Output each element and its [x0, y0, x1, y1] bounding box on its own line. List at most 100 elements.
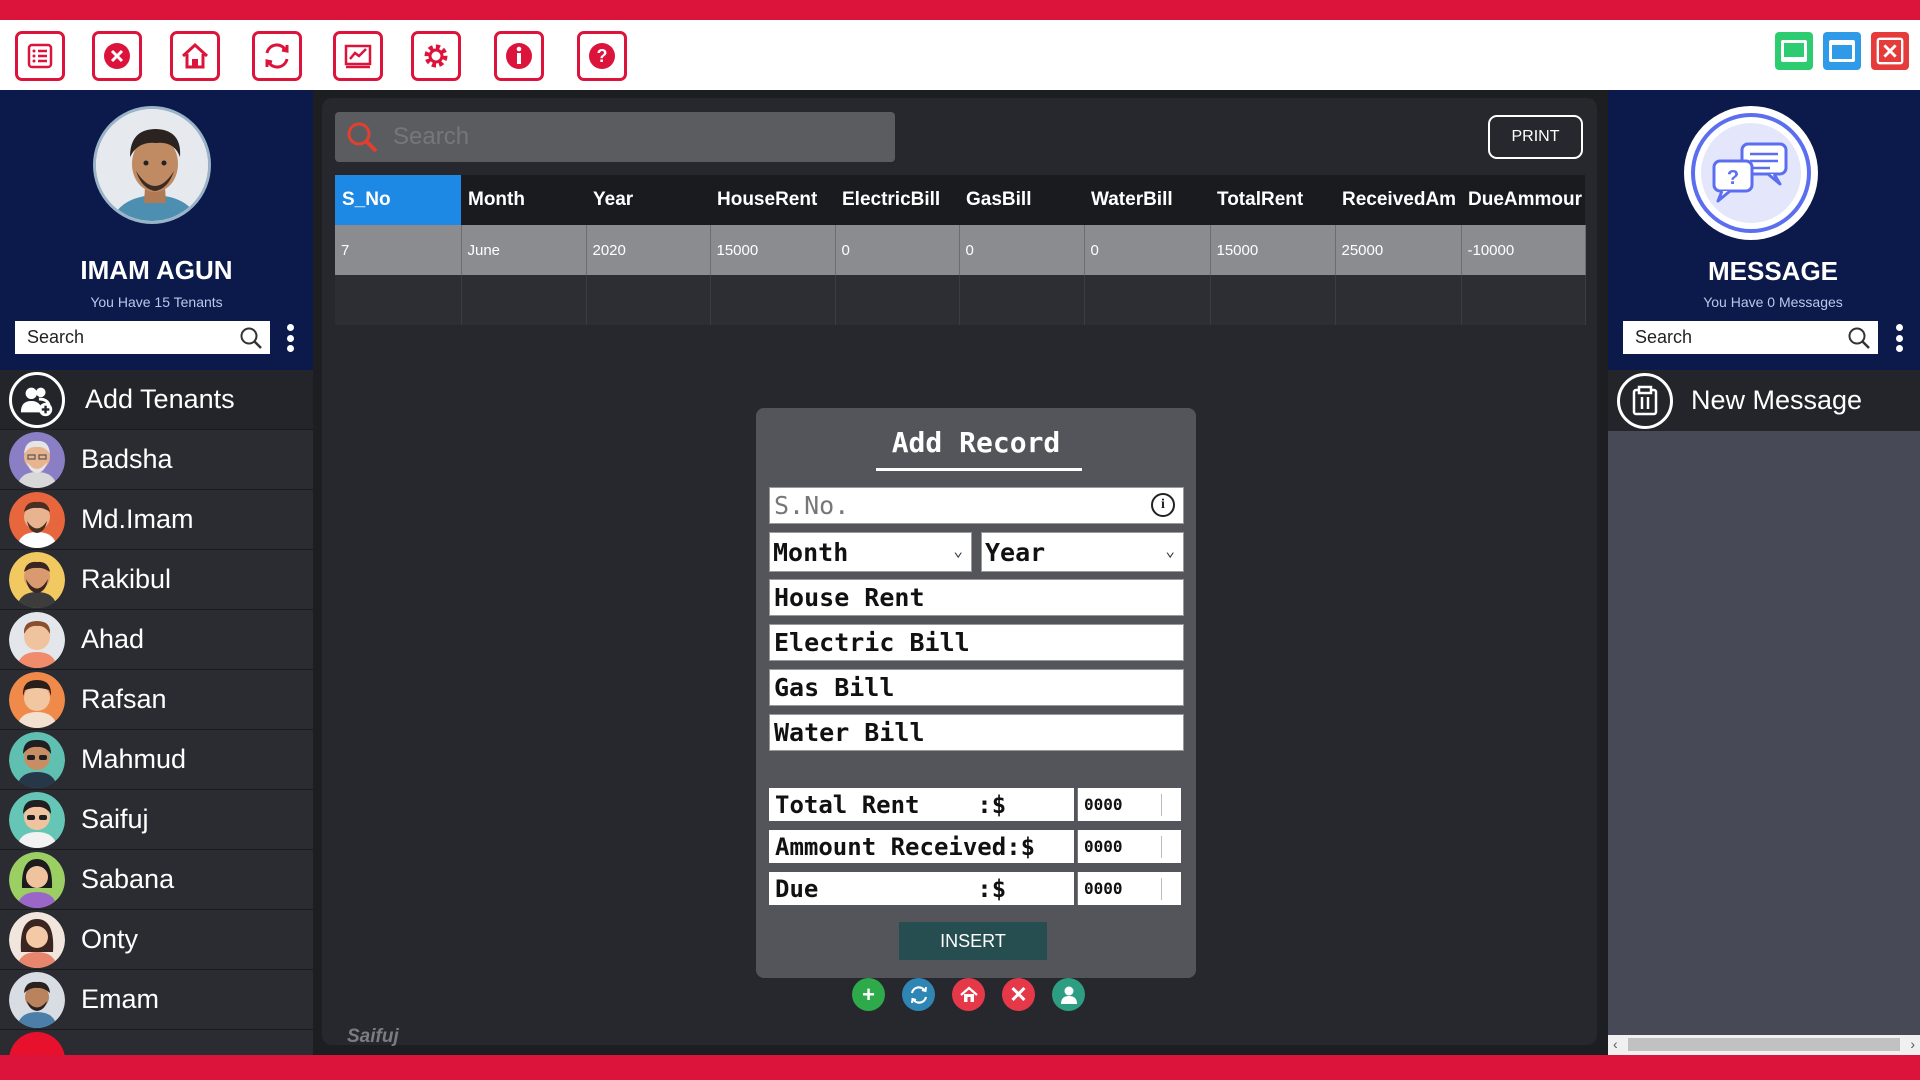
table-cell[interactable]: [1461, 275, 1586, 325]
user-icon[interactable]: [1052, 978, 1085, 1011]
tenant-item-ahad[interactable]: Ahad: [0, 610, 313, 670]
close-circle-icon[interactable]: [92, 31, 142, 81]
tenant-list: Add Tenants Badsha Md.Imam Rakibul Ahad …: [0, 370, 313, 1055]
table-row[interactable]: 7 June 2020 15000 0 0 0 15000 25000 -100…: [335, 225, 1586, 275]
due-field[interactable]: 0000: [1077, 872, 1181, 905]
sno-input[interactable]: S.No. i: [769, 487, 1184, 524]
column-header-gas-bill[interactable]: GasBill: [959, 175, 1084, 225]
maximize-icon[interactable]: [1823, 32, 1861, 70]
help-icon[interactable]: ?: [577, 31, 627, 81]
add-icon[interactable]: +: [852, 978, 885, 1011]
tenant-search-input[interactable]: Search: [15, 321, 270, 354]
table-cell[interactable]: June: [461, 225, 587, 275]
column-header-received-amount[interactable]: ReceivedAm: [1335, 175, 1461, 225]
amount-received-value: 0000: [1084, 837, 1123, 856]
amount-received-field[interactable]: 0000: [1077, 830, 1181, 863]
home-icon[interactable]: [952, 978, 985, 1011]
tenant-item-sabana[interactable]: Sabana: [0, 850, 313, 910]
tenant-avatar: [9, 731, 65, 788]
table-cell[interactable]: 2020: [586, 225, 711, 275]
insert-button[interactable]: INSERT: [899, 922, 1047, 960]
records-table: S_No Month Year HouseRent ElectricBill G…: [335, 175, 1586, 325]
table-cell[interactable]: 0: [959, 225, 1085, 275]
tenant-item-saifuj[interactable]: Saifuj: [0, 790, 313, 850]
home-icon[interactable]: [170, 31, 220, 81]
column-header-s-no[interactable]: S_No: [335, 175, 461, 225]
column-header-electric-bill[interactable]: ElectricBill: [835, 175, 959, 225]
gas-bill-input[interactable]: Gas Bill: [769, 669, 1184, 706]
table-cell[interactable]: [1084, 275, 1211, 325]
add-tenants-button[interactable]: Add Tenants: [0, 370, 313, 430]
column-header-water-bill[interactable]: WaterBill: [1084, 175, 1210, 225]
table-cell[interactable]: 0: [835, 225, 960, 275]
column-header-year[interactable]: Year: [586, 175, 710, 225]
new-message-button[interactable]: New Message: [1608, 370, 1920, 431]
column-header-month[interactable]: Month: [461, 175, 586, 225]
amount-received-row: Ammount Received:$ 0000: [769, 830, 1181, 863]
info-icon[interactable]: [494, 31, 544, 81]
report-icon[interactable]: [333, 31, 383, 81]
minimize-icon[interactable]: [1775, 32, 1813, 70]
tenant-item-rakibul[interactable]: Rakibul: [0, 550, 313, 610]
scroll-right-icon[interactable]: ›: [1910, 1036, 1915, 1052]
info-icon[interactable]: i: [1151, 493, 1175, 517]
horizontal-scrollbar[interactable]: ‹ ›: [1608, 1035, 1920, 1055]
message-list[interactable]: [1608, 431, 1920, 1035]
settings-icon[interactable]: [411, 31, 461, 81]
table-cell[interactable]: [710, 275, 836, 325]
column-header-house-rent[interactable]: HouseRent: [710, 175, 835, 225]
scrollbar-thumb[interactable]: [1628, 1038, 1900, 1051]
tenant-item-emam[interactable]: Emam: [0, 970, 313, 1030]
year-select[interactable]: Year ⌄: [981, 532, 1184, 572]
tenant-item-mahmud[interactable]: Mahmud: [0, 730, 313, 790]
table-cell[interactable]: -10000: [1461, 225, 1586, 275]
due-value: 0000: [1084, 879, 1123, 898]
table-cell[interactable]: [959, 275, 1085, 325]
table-cell[interactable]: [335, 275, 462, 325]
scroll-left-icon[interactable]: ‹: [1613, 1036, 1618, 1052]
tenant-name: Onty: [81, 924, 139, 954]
total-rent-value: 0000: [1084, 795, 1123, 814]
table-cell[interactable]: 7: [335, 225, 462, 275]
electric-bill-input[interactable]: Electric Bill: [769, 624, 1184, 661]
column-header-due-amount[interactable]: DueAmmour: [1461, 175, 1585, 225]
message-count: You Have 0 Messages: [1703, 294, 1843, 310]
close-icon[interactable]: [1871, 32, 1909, 70]
table-cell[interactable]: [1210, 275, 1336, 325]
search-icon[interactable]: [238, 325, 264, 351]
table-cell[interactable]: [835, 275, 960, 325]
tenant-item-badsha[interactable]: Badsha: [0, 430, 313, 490]
table-row-empty[interactable]: [335, 275, 1586, 325]
table-cell[interactable]: 0: [1084, 225, 1211, 275]
more-options-icon[interactable]: [286, 324, 294, 352]
table-cell[interactable]: [586, 275, 711, 325]
table-cell[interactable]: 15000: [1210, 225, 1336, 275]
house-rent-input[interactable]: House Rent: [769, 579, 1184, 616]
column-header-total-rent[interactable]: TotalRent: [1210, 175, 1335, 225]
table-cell[interactable]: 15000: [710, 225, 836, 275]
table-cell[interactable]: [1335, 275, 1462, 325]
more-options-icon[interactable]: [1895, 324, 1903, 352]
table-cell[interactable]: 25000: [1335, 225, 1462, 275]
table-cell[interactable]: [461, 275, 587, 325]
month-select[interactable]: Month ⌄: [769, 532, 972, 572]
record-search-placeholder: Search: [393, 123, 470, 150]
water-bill-input[interactable]: Water Bill: [769, 714, 1184, 751]
message-search-input[interactable]: Search: [1623, 321, 1878, 354]
record-search-input[interactable]: Search: [335, 112, 895, 162]
refresh-icon[interactable]: [252, 31, 302, 81]
tenant-name: Md.Imam: [81, 504, 194, 534]
close-icon[interactable]: ✕: [1002, 978, 1035, 1011]
list-icon[interactable]: [15, 31, 65, 81]
tenant-item-onty[interactable]: Onty: [0, 910, 313, 970]
tenant-item-md-imam[interactable]: Md.Imam: [0, 490, 313, 550]
print-button[interactable]: PRINT: [1488, 115, 1583, 159]
search-icon[interactable]: [1846, 325, 1872, 351]
total-rent-label: Total Rent :$: [769, 788, 1074, 821]
refresh-icon[interactable]: [902, 978, 935, 1011]
total-rent-field[interactable]: 0000: [1077, 788, 1181, 821]
tenant-item-partial[interactable]: [0, 1030, 313, 1055]
tenant-item-rafsan[interactable]: Rafsan: [0, 670, 313, 730]
tenant-sidebar: IMAM AGUN You Have 15 Tenants Search Add…: [0, 90, 313, 1055]
sno-placeholder: S.No.: [774, 491, 850, 520]
